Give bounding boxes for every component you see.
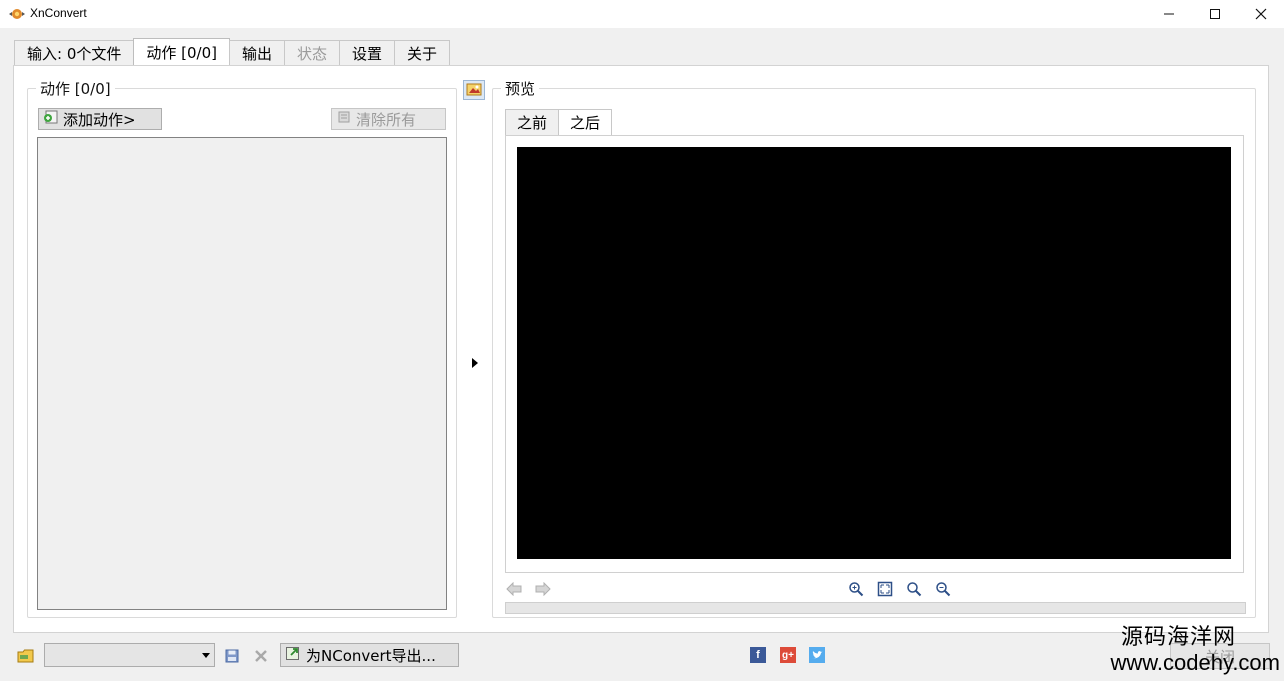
maximize-button[interactable] <box>1192 0 1238 28</box>
minimize-button[interactable] <box>1146 0 1192 28</box>
add-action-button[interactable]: 添加动作> <box>38 108 162 130</box>
preview-tabs: 之前 之后 <box>505 109 613 135</box>
main-tabs: 输入: 0个文件 动作 [0/0] 输出 状态 设置 关于 <box>14 38 451 66</box>
actions-group: 动作 [0/0] 添加动作> 清除所有 <box>27 78 457 618</box>
tab-preview-before[interactable]: 之前 <box>505 109 560 135</box>
action-list[interactable] <box>37 137 447 610</box>
app-window: XnConvert 输入: 0个文件 动作 [0/0] 输出 状态 设置 关于 … <box>0 0 1284 681</box>
preview-canvas[interactable] <box>517 147 1231 559</box>
export-icon <box>285 645 301 665</box>
facebook-icon[interactable]: f <box>750 647 766 663</box>
close-window-button[interactable] <box>1238 0 1284 28</box>
delete-icon[interactable] <box>251 646 271 666</box>
tab-settings[interactable]: 设置 <box>339 40 396 66</box>
twitter-icon[interactable] <box>809 647 825 663</box>
chevron-down-icon <box>202 653 210 658</box>
previous-arrow-icon[interactable] <box>505 580 523 598</box>
fit-to-window-icon[interactable] <box>876 580 894 598</box>
preview-group-title: 预览 <box>501 78 540 99</box>
clear-all-label: 清除所有 <box>356 110 417 129</box>
title-bar[interactable]: XnConvert <box>0 0 1284 28</box>
tab-output[interactable]: 输出 <box>229 40 286 66</box>
tab-input[interactable]: 输入: 0个文件 <box>14 40 135 66</box>
add-action-icon <box>43 109 59 129</box>
tab-content-panel: 动作 [0/0] 添加动作> 清除所有 预览 之前 之后 <box>13 65 1269 633</box>
save-icon[interactable] <box>222 646 242 666</box>
clear-all-button[interactable]: 清除所有 <box>331 108 446 130</box>
export-nconvert-label: 为NConvert导出... <box>306 646 436 665</box>
watermark: 源码海洋网 www.codehy.com <box>1080 625 1280 675</box>
preview-frame <box>505 135 1244 573</box>
next-arrow-icon[interactable] <box>534 580 552 598</box>
watermark-line2: www.codehy.com <box>1110 650 1280 675</box>
preset-dropdown[interactable] <box>44 643 215 667</box>
preview-horizontal-scrollbar[interactable] <box>505 602 1246 614</box>
refresh-preview-button[interactable] <box>463 80 485 100</box>
zoom-actual-icon[interactable] <box>905 580 923 598</box>
actions-group-title: 动作 [0/0] <box>36 78 115 99</box>
preview-group: 预览 之前 之后 <box>492 78 1256 618</box>
tab-about[interactable]: 关于 <box>394 40 451 66</box>
clear-all-icon <box>336 109 352 129</box>
tab-preview-after[interactable]: 之后 <box>558 109 613 135</box>
zoom-out-icon[interactable] <box>934 580 952 598</box>
watermark-line1: 源码海洋网 <box>1120 625 1236 650</box>
tab-actions[interactable]: 动作 [0/0] <box>133 38 230 66</box>
open-folder-icon[interactable] <box>16 646 36 666</box>
add-action-label: 添加动作> <box>63 110 136 129</box>
image-refresh-icon <box>466 81 482 100</box>
tab-status[interactable]: 状态 <box>284 40 341 66</box>
xnconvert-logo-icon <box>8 6 26 22</box>
expand-right-arrow-icon[interactable] <box>470 356 480 370</box>
zoom-in-icon[interactable] <box>847 580 865 598</box>
window-title: XnConvert <box>30 6 87 20</box>
export-nconvert-button[interactable]: 为NConvert导出... <box>280 643 459 667</box>
google-plus-icon[interactable]: g+ <box>780 647 796 663</box>
